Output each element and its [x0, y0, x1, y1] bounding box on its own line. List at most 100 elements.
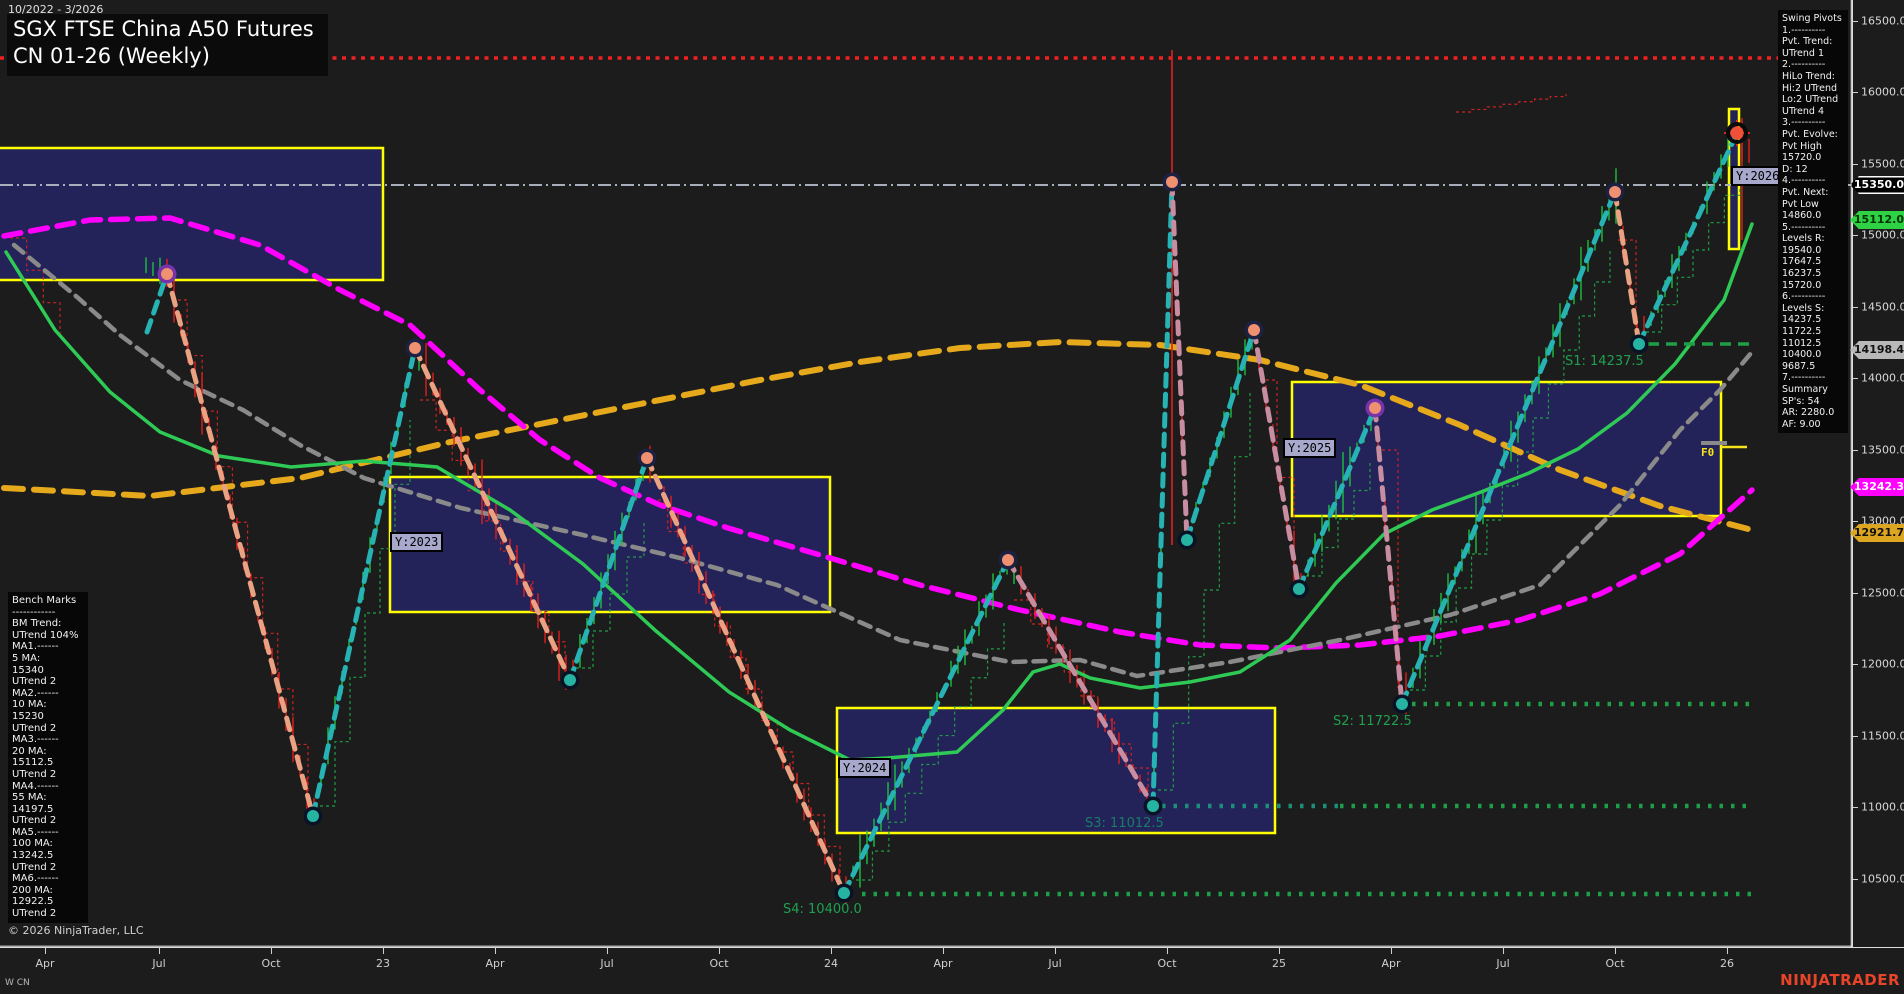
year-label-chip-2026[interactable]: Y:2026 — [1731, 166, 1784, 186]
contract-title: CN 01-26 (Weekly) — [13, 43, 314, 70]
price-tick-mark — [1853, 235, 1858, 236]
time-tick-label: Jul — [1048, 957, 1061, 970]
year-box-2023[interactable] — [390, 477, 830, 612]
price-axis[interactable]: 16500.016000.015500.015000.014500.014000… — [1852, 0, 1904, 947]
instrument-title: SGX FTSE China A50 Futures — [13, 16, 314, 43]
time-tick-mark — [943, 948, 944, 954]
pivot-low-dot — [1293, 583, 1305, 595]
time-tick-mark — [719, 948, 720, 954]
price-marker-12921.7: 12921.7 — [1850, 524, 1904, 542]
price-tick-label: 10500.0 — [1861, 873, 1904, 886]
price-marker-14198.4: 14198.4 — [1850, 341, 1904, 359]
price-tick-label: 14500.0 — [1861, 301, 1904, 314]
support-level-label-s2: S2: 11722.5 — [1333, 714, 1412, 729]
pivot-high-dot — [409, 342, 421, 354]
year-label-chip-2024[interactable]: Y:2024 — [838, 758, 891, 778]
price-tick-mark — [1853, 378, 1858, 379]
price-tick-label: 16500.0 — [1861, 15, 1904, 28]
price-tick-mark — [1853, 664, 1858, 665]
time-axis[interactable]: W CN Apr Jul Oct 23 Apr Jul Oct 24 Apr Jul Oct 25 Ap… — [0, 947, 1904, 994]
price-tick-mark — [1853, 164, 1858, 165]
time-tick-label: 24 — [824, 957, 838, 970]
price-tick-label: 11000.0 — [1861, 801, 1904, 814]
pivot-low-dot — [1633, 338, 1645, 350]
pivot-low-dot — [307, 810, 319, 822]
pivot-high-dot — [1609, 186, 1621, 198]
pivot-low-dot — [564, 674, 576, 686]
time-tick-mark — [495, 948, 496, 954]
time-tick-mark — [1503, 948, 1504, 954]
price-tick-mark — [1853, 593, 1858, 594]
price-tick-mark — [1853, 21, 1858, 22]
year-label-chip-2025[interactable]: Y:2025 — [1283, 438, 1336, 458]
time-tick-mark — [1391, 948, 1392, 954]
instrument-code-label: W CN — [5, 978, 30, 988]
time-tick-mark — [607, 948, 608, 954]
year-box-2022[interactable] — [0, 148, 383, 280]
time-tick-label: Apr — [35, 957, 54, 970]
pivot-high-dot — [161, 268, 173, 280]
support-level-label-s4: S4: 10400.0 — [783, 902, 862, 917]
time-tick-label: Oct — [261, 957, 280, 970]
pivot-high-dot — [1166, 176, 1178, 188]
price-marker-15350.0: 15350.0 — [1850, 176, 1904, 194]
time-tick-label: Jul — [1496, 957, 1509, 970]
bench-marks-panel: Bench Marks ------------ BM Trend: UTren… — [8, 592, 88, 923]
time-tick-label: Oct — [1605, 957, 1624, 970]
current-pivot-dot — [1731, 127, 1744, 140]
price-tick-mark — [1853, 92, 1858, 93]
price-marker-15112.0: 15112.0 — [1850, 211, 1904, 229]
pivot-high-dot — [1248, 324, 1260, 336]
time-tick-mark — [383, 948, 384, 954]
pivot-high-dot — [641, 452, 653, 464]
time-tick-label: 23 — [376, 957, 390, 970]
pivot-low-dot — [1147, 800, 1159, 812]
time-tick-label: Oct — [709, 957, 728, 970]
price-tick-mark — [1853, 450, 1858, 451]
price-tick-mark — [1853, 521, 1858, 522]
year-label-chip-2023[interactable]: Y:2023 — [390, 532, 443, 552]
support-level-label-s1: S1: 14237.5 — [1565, 354, 1644, 369]
chart-title: SGX FTSE China A50 Futures CN 01-26 (Wee… — [7, 14, 328, 76]
price-marker-13242.3: 13242.3 — [1850, 478, 1904, 496]
f0-marker-bar — [1701, 441, 1727, 445]
time-tick-label: 26 — [1720, 957, 1734, 970]
time-tick-mark — [159, 948, 160, 954]
pivot-high-dot — [1369, 402, 1381, 414]
time-tick-mark — [1727, 948, 1728, 954]
time-tick-mark — [45, 948, 46, 954]
time-tick-mark — [271, 948, 272, 954]
price-tick-label: 16000.0 — [1861, 86, 1904, 99]
time-tick-label: Jul — [600, 957, 613, 970]
price-tick-label: 14000.0 — [1861, 372, 1904, 385]
price-tick-label: 12000.0 — [1861, 658, 1904, 671]
time-tick-label: Apr — [933, 957, 952, 970]
pivot-low-dot — [1396, 698, 1408, 710]
time-tick-mark — [1055, 948, 1056, 954]
price-tick-label: 13500.0 — [1861, 444, 1904, 457]
time-tick-label: Apr — [1381, 957, 1400, 970]
price-tick-label: 12500.0 — [1861, 587, 1904, 600]
time-tick-mark — [1167, 948, 1168, 954]
copyright-label: © 2026 NinjaTrader, LLC — [8, 924, 144, 937]
pivot-high-dot — [1002, 554, 1014, 566]
time-tick-label: Oct — [1157, 957, 1176, 970]
pivot-low-dot — [1181, 534, 1193, 546]
price-tick-mark — [1853, 307, 1858, 308]
time-tick-label: Jul — [152, 957, 165, 970]
price-tick-mark — [1853, 736, 1858, 737]
price-tick-label: 15500.0 — [1861, 158, 1904, 171]
time-tick-mark — [1615, 948, 1616, 954]
chart-canvas[interactable] — [0, 0, 1852, 947]
time-tick-label: 25 — [1272, 957, 1286, 970]
ninjatrader-logo: NINJATRADER — [1780, 971, 1900, 989]
time-tick-label: Apr — [485, 957, 504, 970]
swing-pivots-panel: Swing Pivots 1.---------- Pvt. Trend: UT… — [1778, 10, 1848, 433]
year-range-boxes — [0, 109, 1739, 833]
f0-label[interactable]: F0 — [1701, 446, 1714, 459]
pivot-low-dot — [838, 887, 850, 899]
time-tick-mark — [831, 948, 832, 954]
ninjatrader-chart-window: 10/2022 - 3/2026 SGX FTSE China A50 Futu… — [0, 0, 1904, 994]
support-level-label-s3: S3: 11012.5 — [1085, 816, 1164, 831]
price-tick-mark — [1853, 807, 1858, 808]
